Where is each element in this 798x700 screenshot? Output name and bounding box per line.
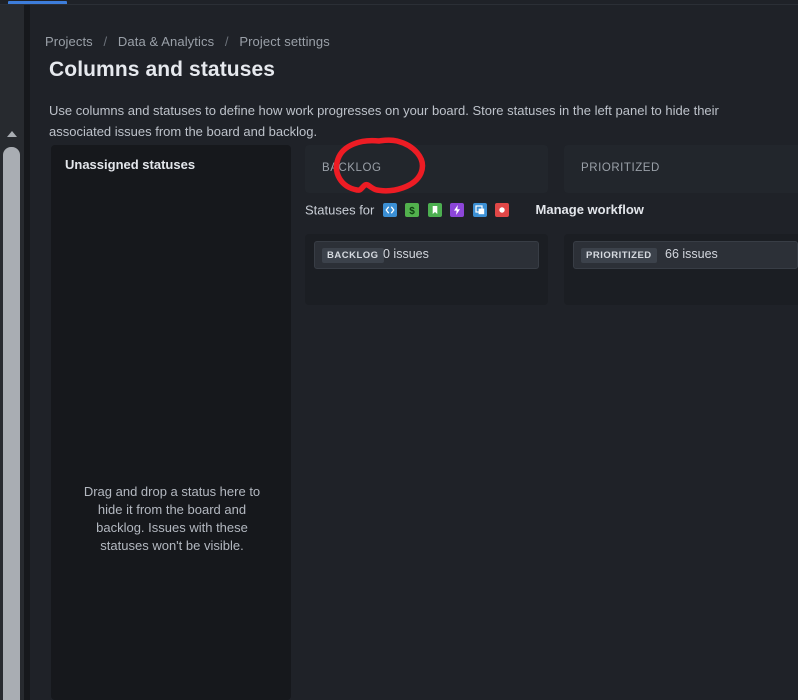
page-title: Columns and statuses [49, 58, 276, 81]
scroll-up-arrow-icon[interactable] [0, 126, 24, 142]
settings-page: Projects / Data & Analytics / Project se… [33, 5, 798, 700]
vertical-scrollbar-thumb[interactable] [3, 147, 20, 700]
dollar-sign-icon[interactable]: $ [405, 202, 420, 217]
copy-pages-icon[interactable] [472, 202, 487, 217]
status-pill: PRIORITIZED [581, 248, 657, 263]
status-row[interactable]: PRIORITIZED 66 issues [573, 241, 798, 269]
svg-text:$: $ [410, 206, 416, 217]
breadcrumb: Projects / Data & Analytics / Project se… [45, 34, 330, 49]
breadcrumb-separator: / [224, 34, 229, 49]
breadcrumb-item-data-analytics[interactable]: Data & Analytics [118, 34, 214, 49]
status-pill: BACKLOG [322, 248, 384, 263]
manage-workflow-link[interactable]: Manage workflow [536, 202, 644, 217]
column-status-list-backlog: BACKLOG 0 issues [305, 234, 548, 305]
column-header-label: PRIORITIZED [581, 162, 660, 174]
column-status-list-prioritized: PRIORITIZED 66 issues [564, 234, 798, 305]
unassigned-statuses-title: Unassigned statuses [65, 157, 196, 172]
record-dot-icon[interactable] [495, 202, 510, 217]
statuses-for-label: Statuses for [305, 202, 375, 218]
column-header-prioritized[interactable]: PRIORITIZED [564, 145, 798, 193]
page-description: Use columns and statuses to define how w… [49, 103, 719, 139]
status-row[interactable]: BACKLOG 0 issues [314, 241, 539, 269]
breadcrumb-item-projects[interactable]: Projects [45, 34, 93, 49]
status-issue-count: 66 issues [665, 247, 718, 261]
status-issue-count: 0 issues [383, 247, 429, 261]
statuses-for-row: Statuses for $ Manage workflow [305, 201, 644, 221]
breadcrumb-item-project-settings[interactable]: Project settings [239, 34, 329, 49]
unassigned-statuses-panel[interactable]: Unassigned statuses Drag and drop a stat… [51, 145, 291, 700]
code-brackets-icon[interactable] [382, 202, 397, 217]
lightning-bolt-icon[interactable] [450, 202, 465, 217]
column-header-backlog[interactable]: BACKLOG [305, 145, 548, 193]
bookmark-icon[interactable] [427, 202, 442, 217]
column-header-label: BACKLOG [322, 162, 382, 174]
breadcrumb-separator: / [103, 34, 108, 49]
unassigned-statuses-empty-text: Drag and drop a status here to hide it f… [83, 484, 261, 553]
